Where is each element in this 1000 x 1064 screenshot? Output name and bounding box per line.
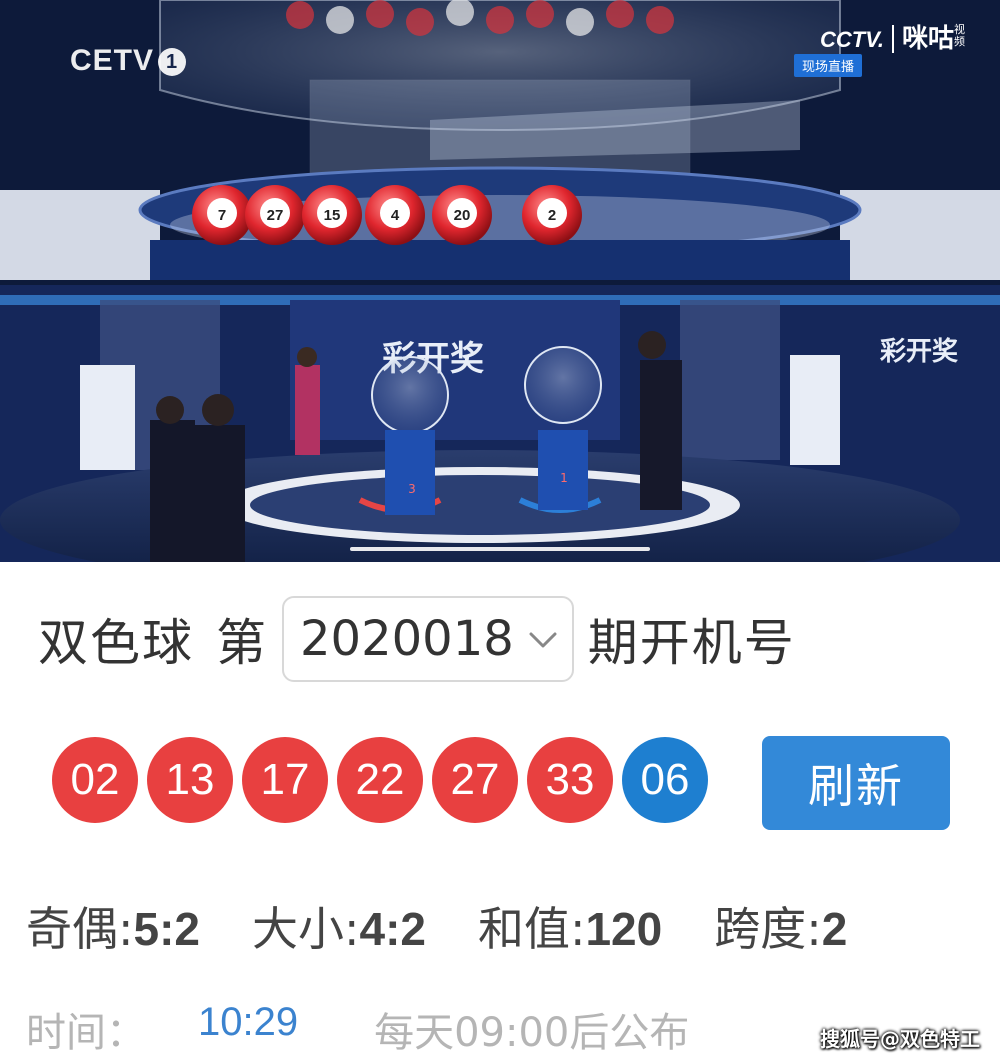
svg-text:2: 2 bbox=[548, 207, 556, 224]
stat-big-small: 大小:4:2 bbox=[251, 902, 426, 956]
machine-number-3: 3 bbox=[408, 482, 416, 496]
chevron-down-icon bbox=[529, 632, 557, 648]
studio-scene: 7 27 15 4 20 2 彩开奖 彩开奖 3 1 bbox=[0, 0, 1000, 562]
svg-text:7: 7 bbox=[218, 207, 226, 224]
cctv-migu-logo: CCTV. 咪咕视频 bbox=[820, 23, 965, 53]
red-ball: 17 bbox=[242, 737, 328, 823]
svg-text:20: 20 bbox=[454, 207, 471, 224]
machine-number-1: 1 bbox=[560, 471, 568, 485]
red-ball: 13 bbox=[147, 737, 233, 823]
issue-number: 2020018 bbox=[300, 611, 514, 667]
winning-numbers: 02 13 17 22 27 33 06 bbox=[52, 737, 717, 823]
video-progress-bar[interactable] bbox=[350, 547, 650, 551]
drawn-ball: 27 bbox=[245, 185, 305, 245]
red-ball: 33 bbox=[527, 737, 613, 823]
drawn-ball: 7 bbox=[192, 185, 252, 245]
drawn-ball: 15 bbox=[302, 185, 362, 245]
svg-text:27: 27 bbox=[267, 207, 284, 224]
live-badge: 现场直播 bbox=[794, 54, 863, 77]
svg-text:4: 4 bbox=[391, 207, 400, 224]
svg-text:彩开奖: 彩开奖 bbox=[879, 336, 959, 367]
refresh-button[interactable]: 刷新 bbox=[762, 736, 950, 830]
stat-sum: 和值:120 bbox=[477, 902, 663, 956]
red-ball: 02 bbox=[52, 737, 138, 823]
stat-span: 跨度:2 bbox=[714, 902, 848, 956]
issue-suffix: 期开机号 bbox=[587, 614, 796, 672]
cetv1-logo: CETV 1 bbox=[70, 44, 187, 78]
issue-select[interactable]: 2020018 bbox=[282, 596, 574, 682]
svg-text:15: 15 bbox=[324, 207, 341, 224]
blue-ball: 06 bbox=[622, 737, 708, 823]
drawn-ball: 2 bbox=[522, 185, 582, 245]
red-ball: 27 bbox=[432, 737, 518, 823]
video-frame[interactable]: 7 27 15 4 20 2 彩开奖 彩开奖 3 1 CETV 1 CCTV. … bbox=[0, 0, 1000, 562]
publish-note: 每天09:00后公布 bbox=[374, 1010, 690, 1056]
time-label: 时间： bbox=[26, 1010, 146, 1056]
stat-odd-even: 奇偶:5:2 bbox=[26, 902, 200, 956]
drawn-ball: 20 bbox=[432, 185, 492, 245]
time-value: 10:29 bbox=[198, 1000, 299, 1044]
draw-stats: 奇偶:5:2 大小:4:2 和值:120 跨度:2 bbox=[26, 893, 899, 959]
watermark: 搜狐号@双色特工 bbox=[820, 1027, 980, 1051]
red-ball: 22 bbox=[337, 737, 423, 823]
drawn-ball: 4 bbox=[365, 185, 425, 245]
time-row: 时间： 10:29 每天09:00后公布 bbox=[26, 1000, 689, 1058]
issue-prefix: 第 bbox=[216, 614, 268, 672]
issue-title-row: 双色球 第 2020018 期开机号 bbox=[38, 596, 796, 682]
game-name: 双色球 bbox=[38, 614, 194, 672]
